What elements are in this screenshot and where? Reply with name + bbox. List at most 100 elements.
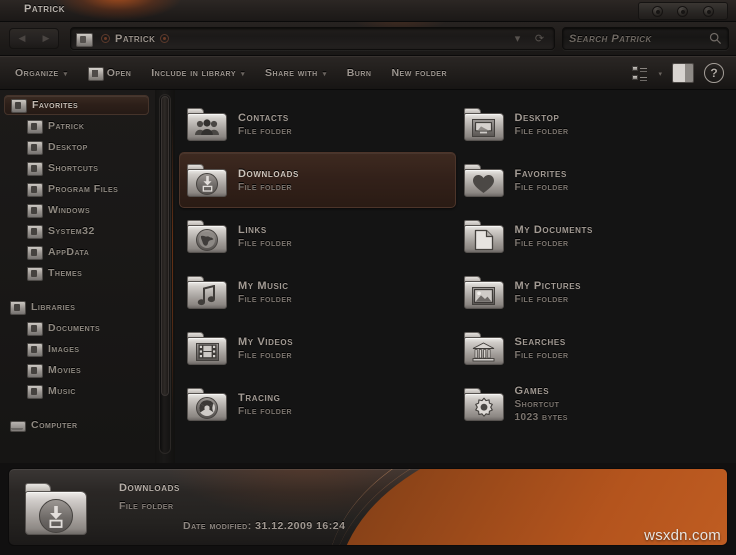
open-folder-icon	[87, 67, 104, 81]
include-in-library-label: Include in library	[151, 67, 237, 79]
vertical-scrollbar[interactable]	[155, 90, 175, 463]
file-item-labels: Desktop File folder	[515, 112, 569, 137]
documents-folder-icon	[27, 321, 43, 336]
file-item-my-videos[interactable]: My Videos File folder	[179, 320, 456, 376]
file-item-desktop[interactable]: Desktop File folder	[456, 96, 733, 152]
sidebar-label: Movies	[48, 363, 82, 376]
sidebar-item-themes[interactable]: Themes	[0, 262, 155, 283]
sidebar-label: Documents	[48, 321, 101, 334]
file-item-my-music[interactable]: My Music File folder	[179, 264, 456, 320]
preview-pane-button[interactable]	[672, 63, 694, 83]
file-item-labels: Favorites File folder	[515, 168, 569, 193]
chevron-down-icon[interactable]: ▾	[510, 31, 525, 46]
include-in-library-button[interactable]: Include in library ▾	[141, 57, 255, 89]
address-bar-actions: ▾ ⟳	[510, 31, 550, 46]
breadcrumb-patrick[interactable]: Patrick	[115, 33, 155, 45]
file-name: Favorites	[514, 167, 567, 180]
sidebar-item-program-files[interactable]: Program Files	[0, 178, 155, 199]
links-folder-icon	[187, 219, 227, 253]
sidebar-item-music[interactable]: Music	[0, 380, 155, 401]
sidebar-item-windows[interactable]: Windows	[0, 199, 155, 220]
sidebar-item-desktop[interactable]: Desktop	[0, 136, 155, 157]
details-pane: Downloads File folder Date modified: 31.…	[0, 463, 736, 555]
documents-folder-icon	[463, 219, 504, 253]
sidebar-item-computer[interactable]: Computer	[0, 414, 155, 435]
scrollbar-thumb[interactable]	[161, 96, 169, 396]
file-item-tracing[interactable]: Tracing File folder	[179, 376, 456, 432]
file-item-downloads[interactable]: Downloads File folder	[179, 152, 456, 208]
sidebar-item-patrick[interactable]: Patrick	[0, 115, 155, 136]
images-folder-icon	[27, 342, 43, 357]
change-view-icon[interactable]	[632, 66, 648, 80]
sidebar-item-libraries[interactable]: Libraries	[0, 296, 155, 317]
sidebar-item-favorites[interactable]: Favorites	[4, 95, 149, 115]
new-folder-button[interactable]: New folder	[381, 57, 457, 89]
details-date-modified: Date modified: 31.12.2009 16:24	[183, 520, 345, 532]
file-name: My Pictures	[514, 279, 582, 292]
globe-glyph	[196, 228, 218, 251]
sidebar-item-documents[interactable]: Documents	[0, 317, 155, 338]
file-item-favorites[interactable]: Favorites File folder	[456, 152, 733, 208]
sidebar-item-movies[interactable]: Movies	[0, 359, 155, 380]
share-with-button[interactable]: Share with ▾	[255, 57, 337, 89]
file-size: 1023 bytes	[514, 412, 568, 423]
sidebar-item-shortcuts[interactable]: Shortcuts	[0, 157, 155, 178]
burn-button[interactable]: Burn	[337, 57, 382, 89]
help-button[interactable]: ?	[704, 63, 724, 83]
file-type: File folder	[514, 293, 569, 305]
sidebar-label: System32	[48, 224, 95, 237]
minimize-button[interactable]	[652, 5, 664, 17]
games-folder-icon	[463, 387, 504, 421]
file-name: Links	[238, 223, 267, 236]
file-item-games[interactable]: Games Shortcut 1023 bytes	[456, 376, 733, 432]
file-type: File folder	[238, 349, 293, 361]
details-text: Downloads File folder Date modified: 31.…	[119, 482, 345, 532]
searches-folder-icon	[463, 331, 504, 365]
close-button[interactable]	[702, 5, 714, 17]
refresh-icon[interactable]: ⟳	[532, 31, 547, 46]
open-button[interactable]: Open	[78, 57, 142, 89]
sidebar-item-system32[interactable]: System32	[0, 220, 155, 241]
sidebar-item-images[interactable]: Images	[0, 338, 155, 359]
chevron-down-icon: ▾	[241, 71, 246, 78]
window-title: Patrick	[24, 3, 66, 15]
file-item-my-pictures[interactable]: My Pictures File folder	[456, 264, 733, 320]
scrollbar-track[interactable]	[159, 94, 171, 454]
shortcuts-folder-icon	[27, 161, 43, 176]
file-name: Tracing	[238, 391, 281, 404]
sidebar-item-appdata[interactable]: AppData	[0, 241, 155, 262]
organize-button[interactable]: Organize ▾	[0, 57, 78, 89]
music-folder-icon	[27, 384, 43, 399]
share-with-label: Share with	[265, 67, 318, 79]
monitor-glyph	[472, 118, 495, 137]
music-folder-icon	[187, 275, 227, 309]
system32-folder-icon	[27, 224, 43, 239]
sidebar-label: Shortcuts	[48, 161, 99, 174]
accent-divider	[172, 120, 173, 420]
file-name: Games	[514, 385, 550, 397]
file-item-contacts[interactable]: Contacts File folder	[179, 96, 456, 152]
file-item-links[interactable]: Links File folder	[179, 208, 456, 264]
search-box[interactable]: Search Patrick	[562, 27, 729, 50]
file-name: Contacts	[238, 111, 289, 124]
nav-buttons: ◀ ▶	[9, 28, 59, 49]
file-item-searches[interactable]: Searches File folder	[456, 320, 733, 376]
maximize-button[interactable]	[677, 5, 689, 17]
forward-button[interactable]: ▶	[34, 29, 58, 48]
chevron-down-icon[interactable]: ▾	[658, 70, 662, 78]
downloads-folder-icon	[25, 483, 87, 535]
file-item-labels: My Music File folder	[238, 280, 292, 305]
file-type: File folder	[514, 181, 569, 193]
file-list: Contacts File folder Desktop File folder…	[175, 90, 736, 463]
favorites-folder-icon	[11, 99, 27, 113]
address-bar[interactable]: Patrick ▾ ⟳	[70, 27, 555, 50]
back-button[interactable]: ◀	[10, 29, 34, 48]
file-item-labels: My Videos File folder	[238, 336, 293, 361]
favorites-folder-icon	[463, 163, 504, 197]
sidebar-label: Windows	[48, 203, 91, 216]
file-item-labels: Tracing File folder	[238, 392, 292, 417]
search-input[interactable]: Search Patrick	[569, 33, 652, 45]
file-item-my-documents[interactable]: My Documents File folder	[456, 208, 733, 264]
file-type: File folder	[238, 293, 293, 305]
